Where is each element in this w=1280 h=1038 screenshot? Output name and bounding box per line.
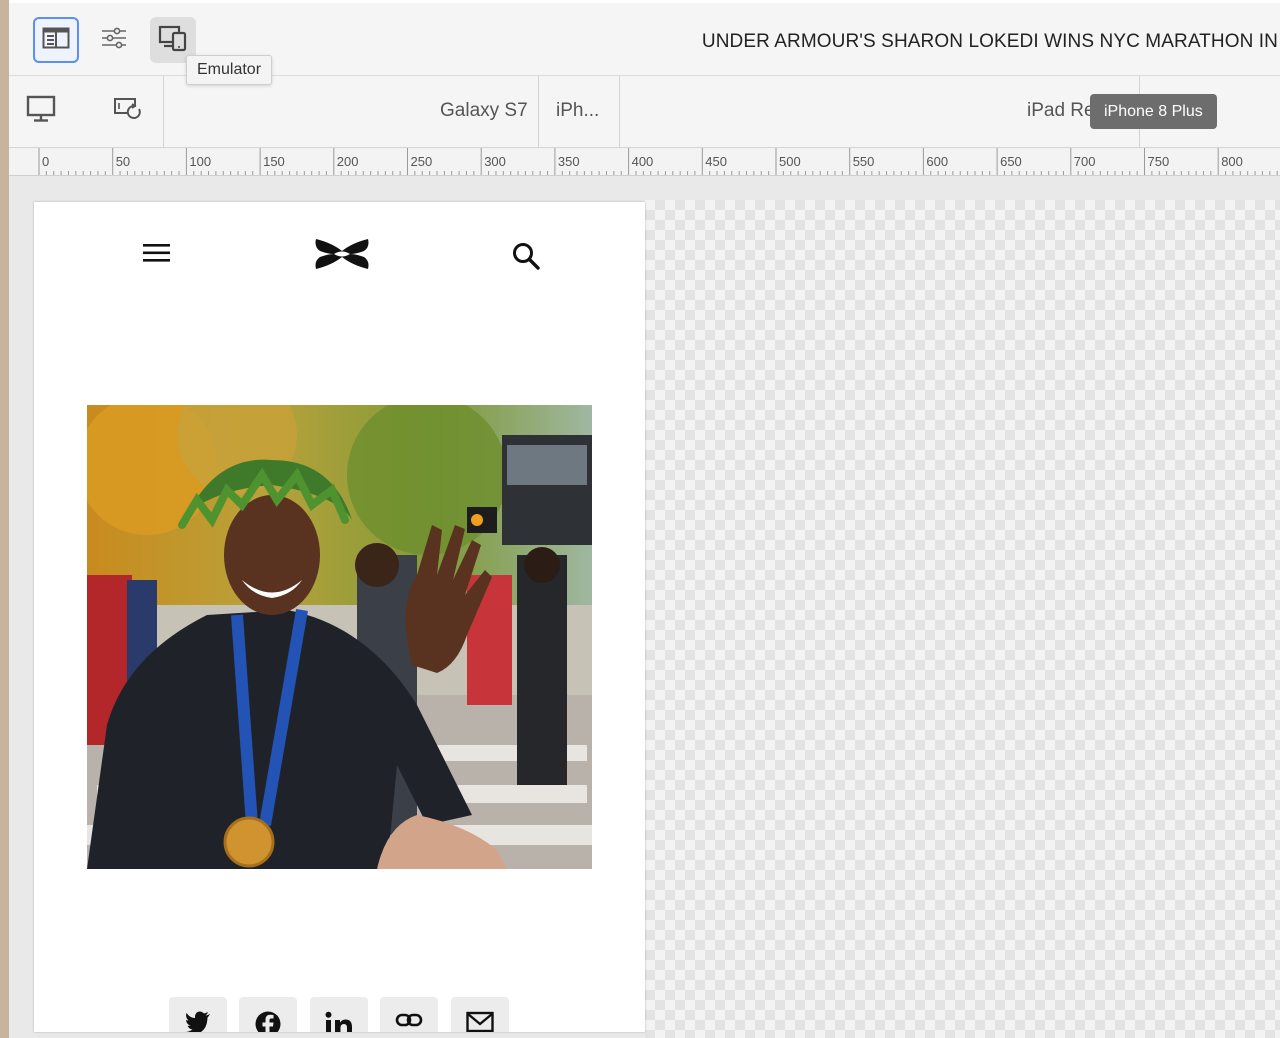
- ruler-label: 400: [632, 154, 654, 169]
- rotate-device-icon: [113, 95, 145, 128]
- share-twitter-button[interactable]: [169, 997, 227, 1032]
- ruler-label: 550: [853, 154, 875, 169]
- facebook-icon: [255, 1011, 281, 1032]
- transparent-area: [645, 200, 1280, 1038]
- properties-sliders-icon: [100, 26, 128, 55]
- ruler-label: 700: [1074, 154, 1096, 169]
- ruler-label: 650: [1000, 154, 1022, 169]
- toggle-side-panel-button[interactable]: [33, 17, 79, 63]
- desktop-view-button[interactable]: [21, 91, 61, 131]
- device-galaxy-s7[interactable]: Galaxy S7: [440, 100, 528, 122]
- ruler-label: 50: [116, 154, 130, 169]
- share-facebook-button[interactable]: [239, 997, 297, 1032]
- share-linkedin-button[interactable]: [310, 997, 368, 1032]
- emulator-tooltip: Emulator: [186, 55, 273, 85]
- ruler-label: 500: [779, 154, 801, 169]
- search-icon[interactable]: [510, 240, 542, 272]
- selected-device-badge[interactable]: iPhone 8 Plus: [1090, 94, 1217, 129]
- emulated-page: [34, 202, 645, 1032]
- page-properties-button[interactable]: [91, 17, 137, 63]
- device-bar: Galaxy S7 iPh... iPad Re iPhone 8 Plus: [9, 76, 1280, 148]
- hero-photo-illustration: [87, 405, 592, 869]
- linkedin-icon: [325, 1011, 353, 1032]
- side-panel-icon: [42, 26, 70, 55]
- device-ipad-retina[interactable]: iPad Re: [1027, 100, 1095, 122]
- ruler-label: 200: [337, 154, 359, 169]
- hero-photo-runner-with-medal: [87, 405, 592, 869]
- rotate-device-button[interactable]: [109, 91, 149, 131]
- editor-app: UNDER ARMOUR'S SHARON LOKEDI WINS NYC MA…: [9, 0, 1280, 1038]
- share-copy-link-button[interactable]: [380, 997, 438, 1032]
- device-bar-divider: [163, 76, 164, 148]
- emulator-canvas: [9, 176, 1280, 1038]
- page-title: UNDER ARMOUR'S SHARON LOKEDI WINS NYC MA…: [701, 31, 1278, 52]
- ruler-label: 600: [926, 154, 948, 169]
- device-iphone[interactable]: iPh...: [556, 100, 599, 122]
- twitter-icon: [185, 1011, 211, 1032]
- horizontal-ruler: 0 50 100 150 200 250 300 350 400 450 500 550 600 650 7…: [9, 148, 1280, 176]
- ruler-label: 350: [558, 154, 580, 169]
- email-icon: [466, 1011, 494, 1032]
- device-bar-divider: [538, 76, 539, 148]
- ruler-label: 450: [705, 154, 727, 169]
- ruler-label: 0: [42, 154, 49, 169]
- ruler-label: 750: [1148, 154, 1170, 169]
- share-email-button[interactable]: [451, 997, 509, 1032]
- ruler-label: 250: [411, 154, 433, 169]
- ruler-label: 150: [263, 154, 285, 169]
- hamburger-menu-icon[interactable]: [142, 240, 172, 266]
- ruler-label: 800: [1221, 154, 1243, 169]
- ruler-scale: 0 50 100 150 200 250 300 350 400 450 500 550 600 650 7…: [38, 148, 1278, 175]
- device-bar-divider: [619, 76, 620, 148]
- ruler-label: 100: [189, 154, 211, 169]
- desktop-icon: [26, 95, 56, 128]
- ruler-label: 300: [484, 154, 506, 169]
- link-icon: [395, 1011, 423, 1032]
- under-armour-logo[interactable]: [312, 234, 372, 274]
- emulator-icon: [158, 24, 188, 57]
